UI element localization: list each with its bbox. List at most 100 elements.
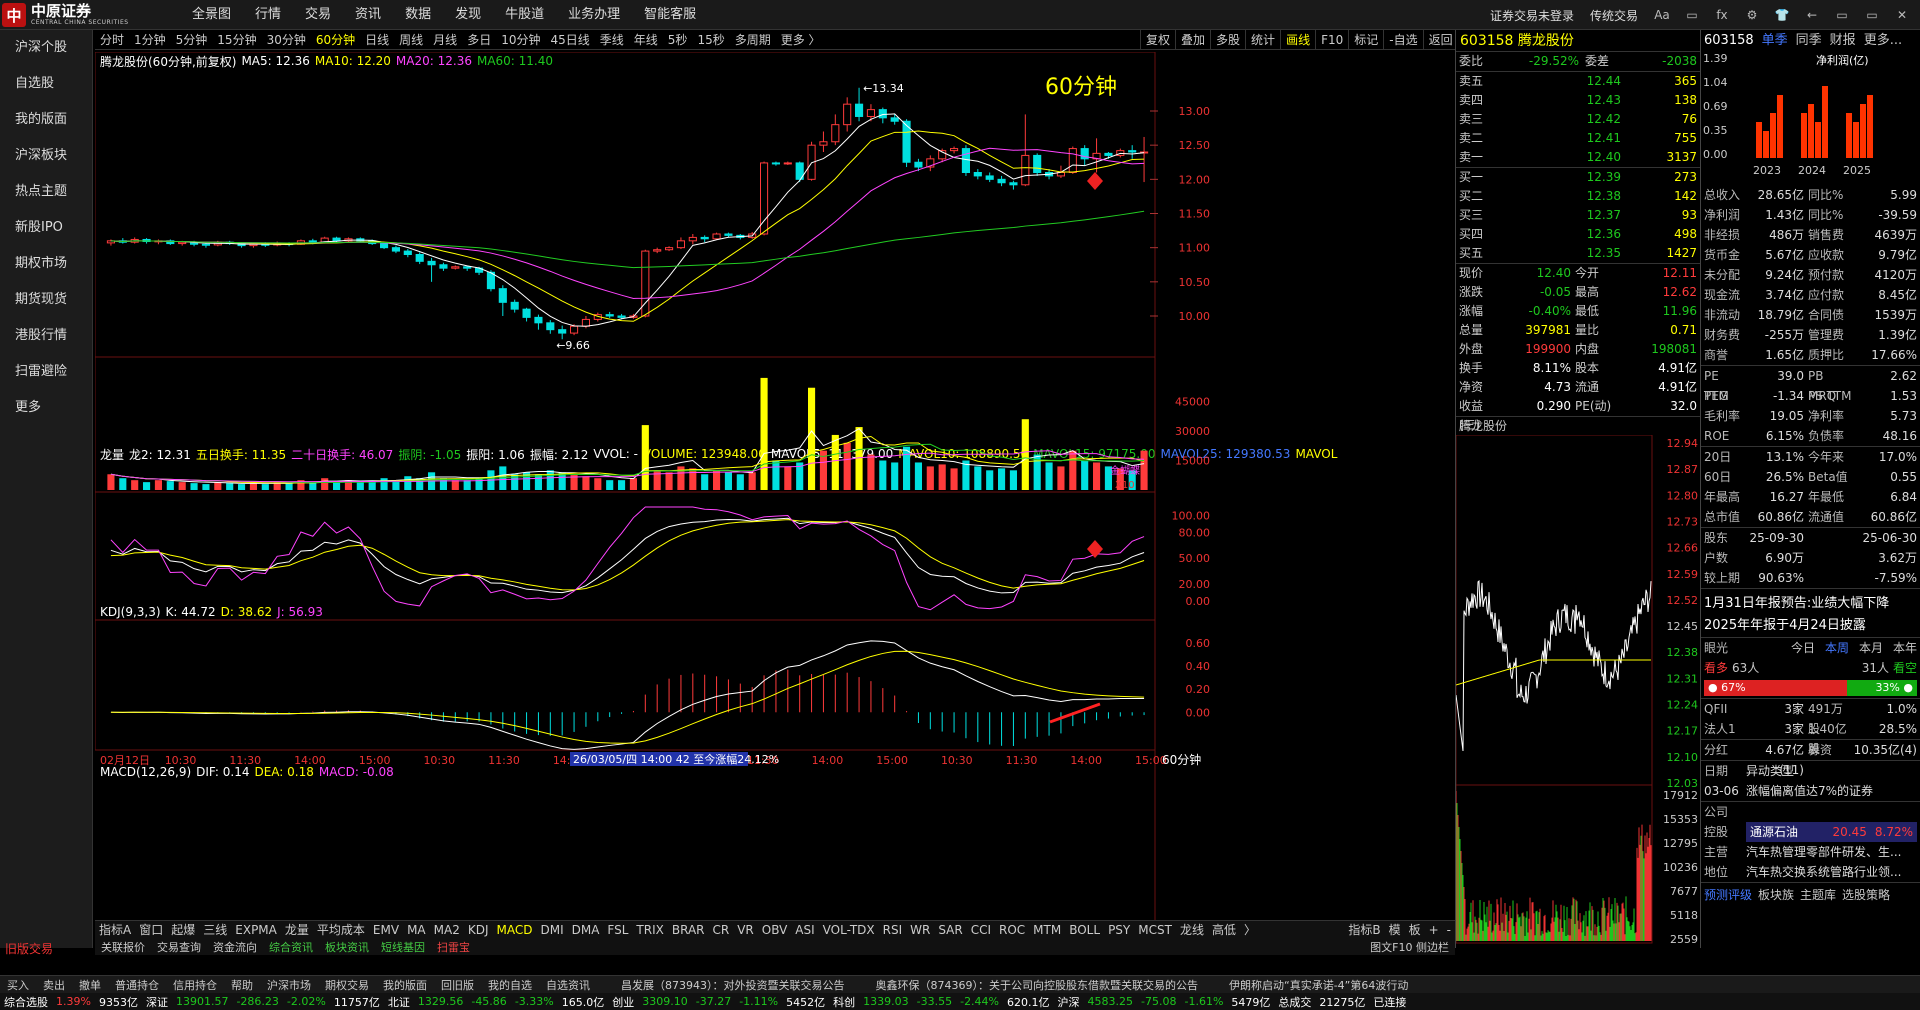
window-icon-3[interactable]: ⚙	[1744, 8, 1760, 22]
window-icon-1[interactable]: ▭	[1684, 8, 1700, 22]
indicator-tab-32[interactable]: 高低	[1208, 921, 1240, 938]
sidebar-item-10[interactable]: 更多	[0, 390, 92, 426]
sidebar-item-2[interactable]: 我的版面	[0, 102, 92, 138]
sidebar-item-3[interactable]: 沪深板块	[0, 138, 92, 174]
info-tab-4[interactable]: 板块资讯	[319, 939, 375, 955]
eyes-year[interactable]: 本年	[1893, 638, 1917, 658]
indicator-tab-19[interactable]: OBV	[758, 923, 792, 937]
indicator-tab-0[interactable]: 指标A	[95, 921, 135, 938]
period-tab-8[interactable]: 月线	[428, 30, 462, 50]
info-tab-1[interactable]: 交易查询	[151, 939, 207, 955]
indicator-tab-30[interactable]: MCST	[1134, 923, 1176, 937]
top-menu-1[interactable]: 行情	[243, 0, 293, 30]
fin-foot-tab-3[interactable]: 选股策略	[1842, 886, 1890, 903]
indicator-tab-28[interactable]: BOLL	[1065, 923, 1104, 937]
chart-tool-3[interactable]: 统计	[1245, 30, 1280, 50]
chart-tool-7[interactable]: -自选	[1383, 30, 1422, 50]
period-tab-12[interactable]: 季线	[595, 30, 629, 50]
fin-tab-0[interactable]: 单季	[1762, 30, 1788, 52]
fin-foot-tab-2[interactable]: 主题库	[1800, 886, 1836, 903]
indicator-tab-24[interactable]: SAR	[934, 923, 966, 937]
top-menu-5[interactable]: 发现	[443, 0, 493, 30]
trade-mode-button[interactable]: 传统交易	[1590, 7, 1638, 24]
indicator-tab-31[interactable]: 龙线	[1176, 921, 1208, 938]
indicator-tab-18[interactable]: VR	[733, 923, 758, 937]
indicator-tab-29[interactable]: PSY	[1104, 923, 1134, 937]
indicator-right-tab-3[interactable]: +	[1425, 923, 1443, 937]
indicator-tab-13[interactable]: DMA	[568, 923, 604, 937]
period-tab-17[interactable]: 更多 〉	[776, 30, 826, 50]
indicator-tab-8[interactable]: MA	[403, 923, 430, 937]
top-menu-2[interactable]: 交易	[293, 0, 343, 30]
indicator-right-tab-4[interactable]: -	[1443, 923, 1455, 937]
status-btn-7[interactable]: 期权交易	[318, 977, 376, 993]
indicator-tab-4[interactable]: EXPMA	[231, 923, 281, 937]
top-menu-7[interactable]: 业务办理	[556, 0, 632, 30]
window-icon-4[interactable]: 👕	[1774, 8, 1790, 22]
indicator-tab-21[interactable]: VOL-TDX	[819, 923, 879, 937]
indicator-tab-27[interactable]: MTM	[1029, 923, 1065, 937]
fin-tab-3[interactable]: 更多...	[1864, 30, 1902, 52]
eyes-week[interactable]: 本周	[1825, 638, 1849, 658]
top-menu-8[interactable]: 智能客服	[632, 0, 708, 30]
news-item-2[interactable]: 2025年年报于4月24日披露	[1701, 614, 1920, 633]
status-btn-1[interactable]: 卖出	[36, 977, 72, 993]
info-tab-3[interactable]: 综合资讯	[263, 939, 319, 955]
indicator-right-tab-0[interactable]: 指标B	[1344, 921, 1384, 938]
chart-tool-4[interactable]: 画线	[1280, 30, 1315, 50]
fin-foot-tab-1[interactable]: 板块族	[1758, 886, 1794, 903]
indicator-tab-1[interactable]: 窗口	[135, 921, 167, 938]
info-tab-0[interactable]: 关联报价	[95, 939, 151, 955]
event-row[interactable]: 03-06 涨幅偏离值达7%的证券	[1701, 781, 1920, 801]
period-tab-11[interactable]: 45日线	[545, 30, 594, 50]
sidebar-item-1[interactable]: 自选股	[0, 66, 92, 102]
top-menu-6[interactable]: 牛股道	[493, 0, 556, 30]
window-icon-5[interactable]: ←	[1804, 8, 1820, 22]
fin-tab-1[interactable]: 同季	[1796, 30, 1822, 52]
news-item-1[interactable]: 1月31日年报预告:业绩大幅下降	[1701, 589, 1920, 614]
indicator-tab-15[interactable]: TRIX	[632, 923, 667, 937]
status-btn-9[interactable]: 回旧版	[434, 977, 481, 993]
period-tab-3[interactable]: 15分钟	[212, 30, 261, 50]
indicator-tab-5[interactable]: 龙量	[281, 921, 313, 938]
period-tab-9[interactable]: 多日	[462, 30, 496, 50]
period-tab-7[interactable]: 周线	[394, 30, 428, 50]
indicator-tab-11[interactable]: MACD	[492, 923, 536, 937]
window-icon-0[interactable]: Aa	[1654, 8, 1670, 22]
chart-tool-1[interactable]: 叠加	[1175, 30, 1210, 50]
sidebar-item-6[interactable]: 期权市场	[0, 246, 92, 282]
top-menu-0[interactable]: 全景图	[180, 0, 243, 30]
indicator-tab-10[interactable]: KDJ	[464, 923, 493, 937]
status-btn-6[interactable]: 沪深市场	[260, 977, 318, 993]
chart-tool-5[interactable]: F10	[1315, 30, 1348, 50]
eyes-month[interactable]: 本月	[1859, 638, 1883, 658]
status-btn-2[interactable]: 撤单	[72, 977, 108, 993]
status-btn-11[interactable]: 自选资讯	[539, 977, 597, 993]
sidebar-item-0[interactable]: 沪深个股	[0, 30, 92, 66]
kline-chart[interactable]: 13.00 12.50 12.00 11.50 11.00 10.50 10.00 ←13.3…	[95, 52, 1455, 920]
company-row-3[interactable]: 地位 汽车热交换系统管路行业领...	[1701, 862, 1920, 882]
indicator-tab-9[interactable]: MA2	[430, 923, 464, 937]
indicator-tab-20[interactable]: ASI	[791, 923, 818, 937]
window-icon-8[interactable]: ✕	[1894, 8, 1910, 22]
fin-tab-2[interactable]: 财报	[1830, 30, 1856, 52]
period-tab-16[interactable]: 多周期	[730, 30, 776, 50]
indicator-tab-12[interactable]: DMI	[536, 923, 567, 937]
window-icon-6[interactable]: ▭	[1834, 8, 1850, 22]
period-tab-1[interactable]: 1分钟	[129, 30, 171, 50]
f10-sidebar-tab[interactable]: 图文F10 侧边栏	[1364, 939, 1455, 955]
period-tab-6[interactable]: 日线	[360, 30, 394, 50]
status-btn-10[interactable]: 我的自选	[481, 977, 539, 993]
indicator-tab-14[interactable]: FSL	[603, 923, 632, 937]
indicator-tab-33[interactable]: 〉	[1240, 921, 1260, 938]
top-menu-3[interactable]: 资讯	[343, 0, 393, 30]
period-tab-10[interactable]: 10分钟	[496, 30, 545, 50]
info-tab-5[interactable]: 短线基因	[375, 939, 431, 955]
period-tab-0[interactable]: 分时	[95, 30, 129, 50]
eyes-today[interactable]: 今日	[1791, 638, 1815, 658]
sidebar-item-4[interactable]: 热点主题	[0, 174, 92, 210]
period-tab-14[interactable]: 5秒	[663, 30, 693, 50]
company-row-1[interactable]: 控股 通源石油 20.45 8.72%	[1701, 822, 1920, 842]
sidebar-item-8[interactable]: 港股行情	[0, 318, 92, 354]
status-news-0[interactable]: 昌发展（873943）：对外投资暨关联交易公告	[597, 977, 852, 993]
